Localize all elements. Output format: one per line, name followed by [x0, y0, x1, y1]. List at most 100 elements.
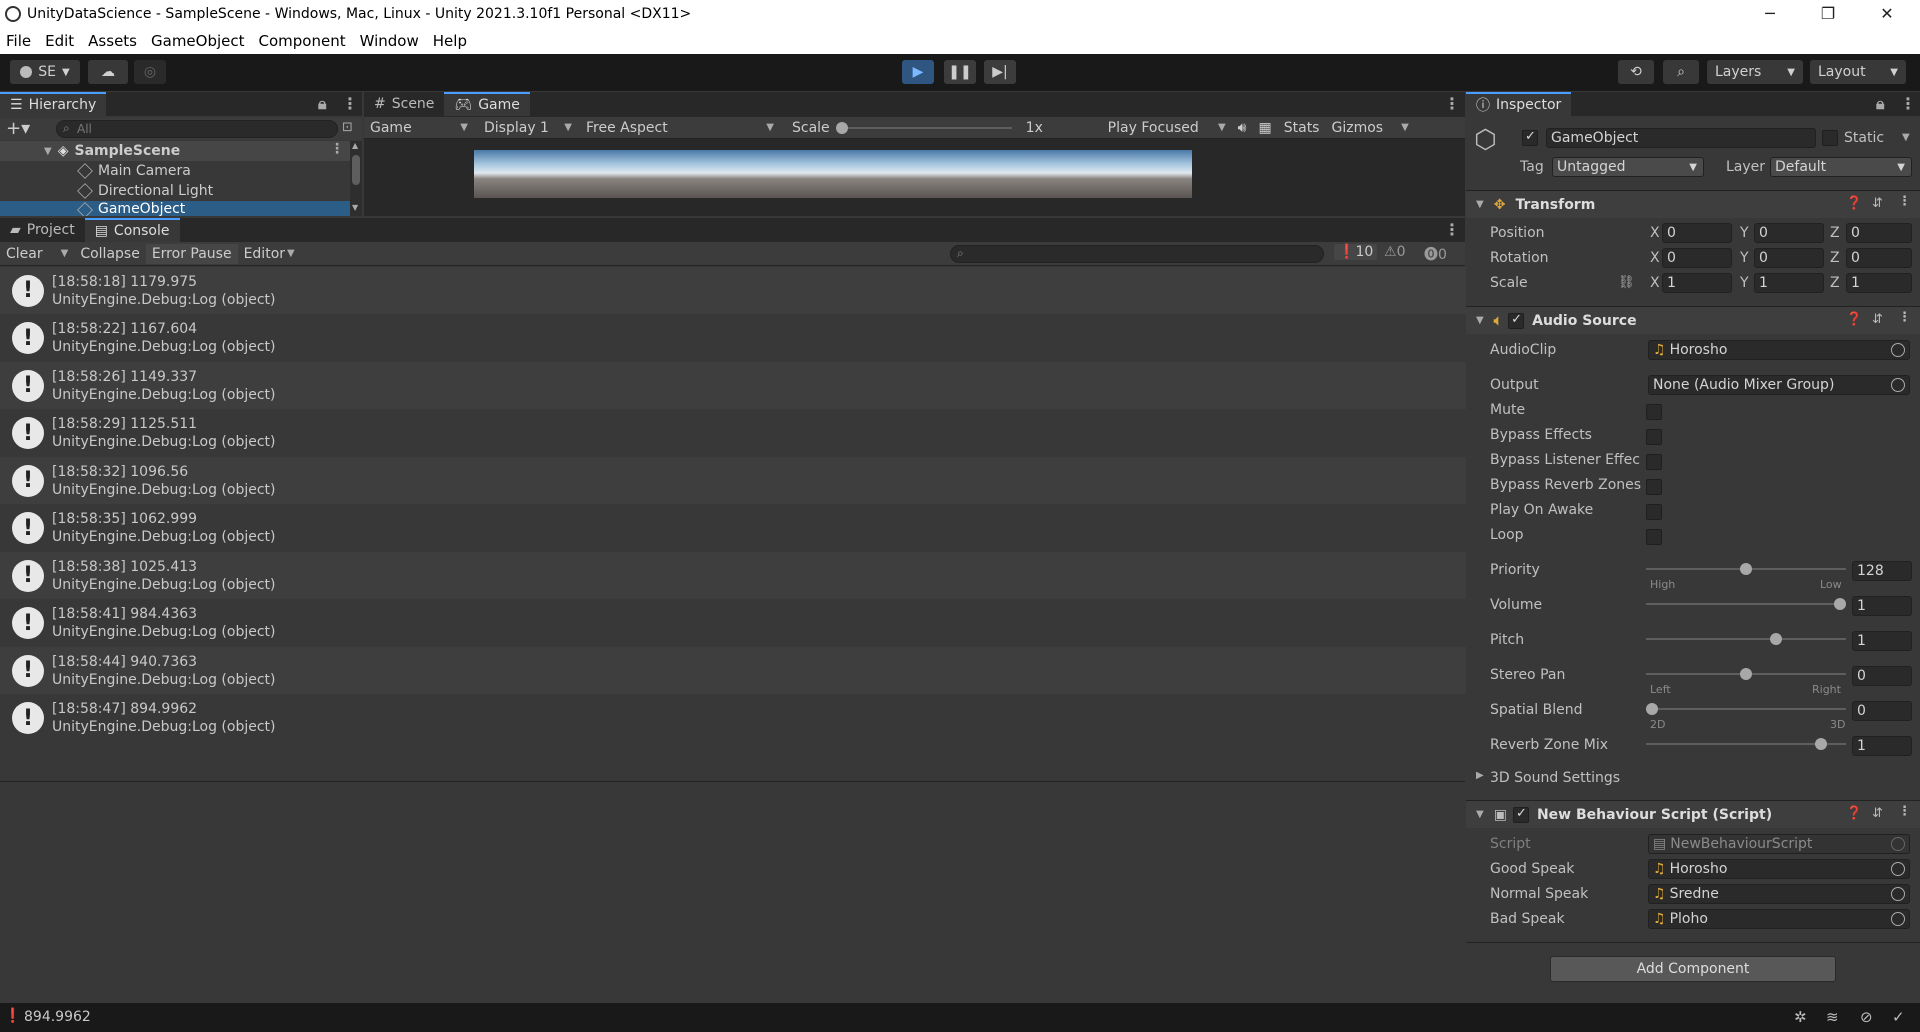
- stats-button[interactable]: Stats: [1278, 118, 1326, 138]
- component-menu-icon[interactable]: ⋮: [1898, 310, 1911, 325]
- console-entry[interactable]: ! [18:58:38] 1025.413 UnityEngine.Debug:Lo…: [0, 552, 1467, 599]
- position-z-field[interactable]: 0: [1846, 223, 1912, 243]
- reverb-zone-mix-field[interactable]: 1: [1852, 736, 1912, 756]
- tab-inspector[interactable]: ⓘ Inspector: [1466, 92, 1572, 116]
- help-icon[interactable]: ❓: [1846, 196, 1862, 211]
- stereo-pan-field[interactable]: 0: [1852, 666, 1912, 686]
- mute-checkbox[interactable]: [1646, 404, 1662, 420]
- object-picker-icon[interactable]: [1891, 378, 1905, 392]
- menu-edit[interactable]: Edit: [45, 32, 74, 50]
- add-component-button[interactable]: Add Component: [1550, 956, 1836, 982]
- hierarchy-item[interactable]: Main Camera: [0, 161, 352, 181]
- preset-icon[interactable]: ⇵: [1872, 196, 1883, 211]
- preset-icon[interactable]: ⇵: [1872, 806, 1883, 821]
- inspector-menu-icon[interactable]: ⋮: [1900, 94, 1916, 113]
- stack-icon[interactable]: ≋: [1826, 1008, 1839, 1026]
- rotation-y-field[interactable]: 0: [1754, 248, 1824, 268]
- game-viewport[interactable]: [474, 150, 1192, 198]
- scene-root[interactable]: ▼ ◈ SampleScene ⋮: [0, 141, 352, 161]
- menu-file[interactable]: File: [6, 32, 31, 50]
- normal-speak-field[interactable]: ♫ Sredne: [1648, 884, 1910, 904]
- output-field[interactable]: None (Audio Mixer Group): [1648, 375, 1910, 395]
- game-mode-dropdown[interactable]: Game ▼: [364, 118, 474, 138]
- tab-console[interactable]: ▤ Console: [84, 218, 180, 242]
- play-focused-dropdown[interactable]: Play Focused ▼: [1102, 118, 1232, 138]
- status-message[interactable]: 894.9962: [24, 1009, 91, 1025]
- audioclip-field[interactable]: ♫ Horosho: [1648, 340, 1910, 360]
- foldout-arrow-icon[interactable]: ▶: [1476, 770, 1484, 781]
- aspect-dropdown[interactable]: Free Aspect ▼: [580, 118, 780, 138]
- pitch-field[interactable]: 1: [1852, 631, 1912, 651]
- object-picker-icon[interactable]: [1891, 887, 1905, 901]
- menu-component[interactable]: Component: [259, 32, 346, 50]
- object-picker-icon[interactable]: [1891, 343, 1905, 357]
- static-dropdown-arrow[interactable]: ▼: [1902, 132, 1910, 143]
- stats-grid-icon[interactable]: ▦: [1253, 118, 1278, 138]
- maximize-button[interactable]: ❐: [1805, 0, 1851, 27]
- console-menu-icon[interactable]: ⋮: [1444, 220, 1460, 239]
- scale-x-field[interactable]: 1: [1662, 273, 1732, 293]
- hierarchy-menu-icon[interactable]: ⋮: [342, 94, 358, 113]
- menu-gameobject[interactable]: GameObject: [151, 32, 245, 50]
- help-icon[interactable]: ❓: [1846, 312, 1862, 327]
- display-dropdown[interactable]: Display 1 ▼: [478, 118, 578, 138]
- reverb-zone-mix-slider[interactable]: [1646, 734, 1846, 754]
- console-entry[interactable]: ! [18:58:26] 1149.337 UnityEngine.Debug:Lo…: [0, 362, 1467, 409]
- scene-visibility-icon[interactable]: ⊡: [342, 120, 353, 135]
- history-button[interactable]: ⟲: [1618, 60, 1654, 84]
- scale-slider[interactable]: [835, 118, 1016, 138]
- play-on-awake-checkbox[interactable]: [1646, 504, 1662, 520]
- hierarchy-search[interactable]: ⌕ All: [56, 120, 338, 138]
- close-button[interactable]: ✕: [1864, 0, 1910, 27]
- gameobject-name-field[interactable]: GameObject: [1546, 128, 1816, 148]
- lock-icon[interactable]: 🔒︎: [318, 94, 327, 114]
- console-entry[interactable]: ! [18:58:18] 1179.975 UnityEngine.Debug:Lo…: [0, 267, 1467, 314]
- tag-dropdown[interactable]: Untagged ▼: [1552, 157, 1704, 177]
- component-menu-icon[interactable]: ⋮: [1898, 194, 1911, 209]
- gizmos-button[interactable]: Gizmos: [1325, 118, 1389, 138]
- bypass-effects-checkbox[interactable]: [1646, 429, 1662, 445]
- cloud-button[interactable]: ☁: [88, 60, 128, 84]
- pitch-slider[interactable]: [1646, 629, 1846, 649]
- account-button[interactable]: SE ▼: [10, 60, 80, 84]
- menu-assets[interactable]: Assets: [88, 32, 137, 50]
- console-search[interactable]: ⌕: [950, 245, 1324, 263]
- scale-y-field[interactable]: 1: [1754, 273, 1824, 293]
- auto-generate-lighting-off-icon[interactable]: ⊘: [1860, 1008, 1873, 1026]
- log-count-toggle[interactable]: ❗10: [1334, 244, 1378, 260]
- play-button[interactable]: ▶: [902, 60, 934, 84]
- volume-slider[interactable]: [1646, 594, 1846, 614]
- search-button[interactable]: ⌕: [1663, 60, 1699, 84]
- gameobject-active-checkbox[interactable]: [1522, 129, 1538, 146]
- console-entry[interactable]: ! [18:58:32] 1096.56 UnityEngine.Debug:Log…: [0, 457, 1467, 504]
- tab-hierarchy[interactable]: ☰ Hierarchy: [0, 92, 107, 116]
- priority-field[interactable]: 128: [1852, 561, 1912, 581]
- rotation-x-field[interactable]: 0: [1662, 248, 1732, 268]
- add-icon[interactable]: +▾: [6, 118, 30, 139]
- position-y-field[interactable]: 0: [1754, 223, 1824, 243]
- lock-icon[interactable]: 🔒︎: [1876, 94, 1885, 114]
- spatial-blend-slider[interactable]: [1646, 699, 1846, 719]
- bad-speak-field[interactable]: ♫ Ploho: [1648, 909, 1910, 929]
- debug-bug-icon[interactable]: ✲: [1794, 1008, 1807, 1026]
- priority-slider[interactable]: [1646, 559, 1846, 579]
- error-count-toggle[interactable]: ⓿0: [1424, 244, 1447, 264]
- spatial-blend-field[interactable]: 0: [1852, 701, 1912, 721]
- console-entry[interactable]: ! [18:58:44] 940.7363 UnityEngine.Debug:Lo…: [0, 647, 1467, 694]
- tab-game[interactable]: 🎮︎ Game: [444, 92, 530, 116]
- clear-options-dropdown[interactable]: ▼: [49, 244, 75, 264]
- progress-check-icon[interactable]: ✓: [1892, 1008, 1905, 1026]
- rotation-z-field[interactable]: 0: [1846, 248, 1912, 268]
- console-entry[interactable]: ! [18:58:47] 894.9962 UnityEngine.Debug:Lo…: [0, 694, 1467, 742]
- loop-checkbox[interactable]: [1646, 529, 1662, 545]
- preset-icon[interactable]: ⇵: [1872, 312, 1883, 327]
- object-picker-icon[interactable]: [1891, 862, 1905, 876]
- hierarchy-item[interactable]: Directional Light: [0, 181, 352, 201]
- warning-count-toggle[interactable]: ⚠0: [1384, 244, 1405, 260]
- good-speak-field[interactable]: ♫ Horosho: [1648, 859, 1910, 879]
- collapse-button[interactable]: Collapse: [74, 244, 146, 264]
- help-icon[interactable]: ❓: [1846, 806, 1862, 821]
- layout-dropdown[interactable]: Layout ▼: [1810, 60, 1906, 84]
- console-entry[interactable]: ! [18:58:41] 984.4363 UnityEngine.Debug:Lo…: [0, 599, 1467, 647]
- bypass-listener-checkbox[interactable]: [1646, 454, 1662, 470]
